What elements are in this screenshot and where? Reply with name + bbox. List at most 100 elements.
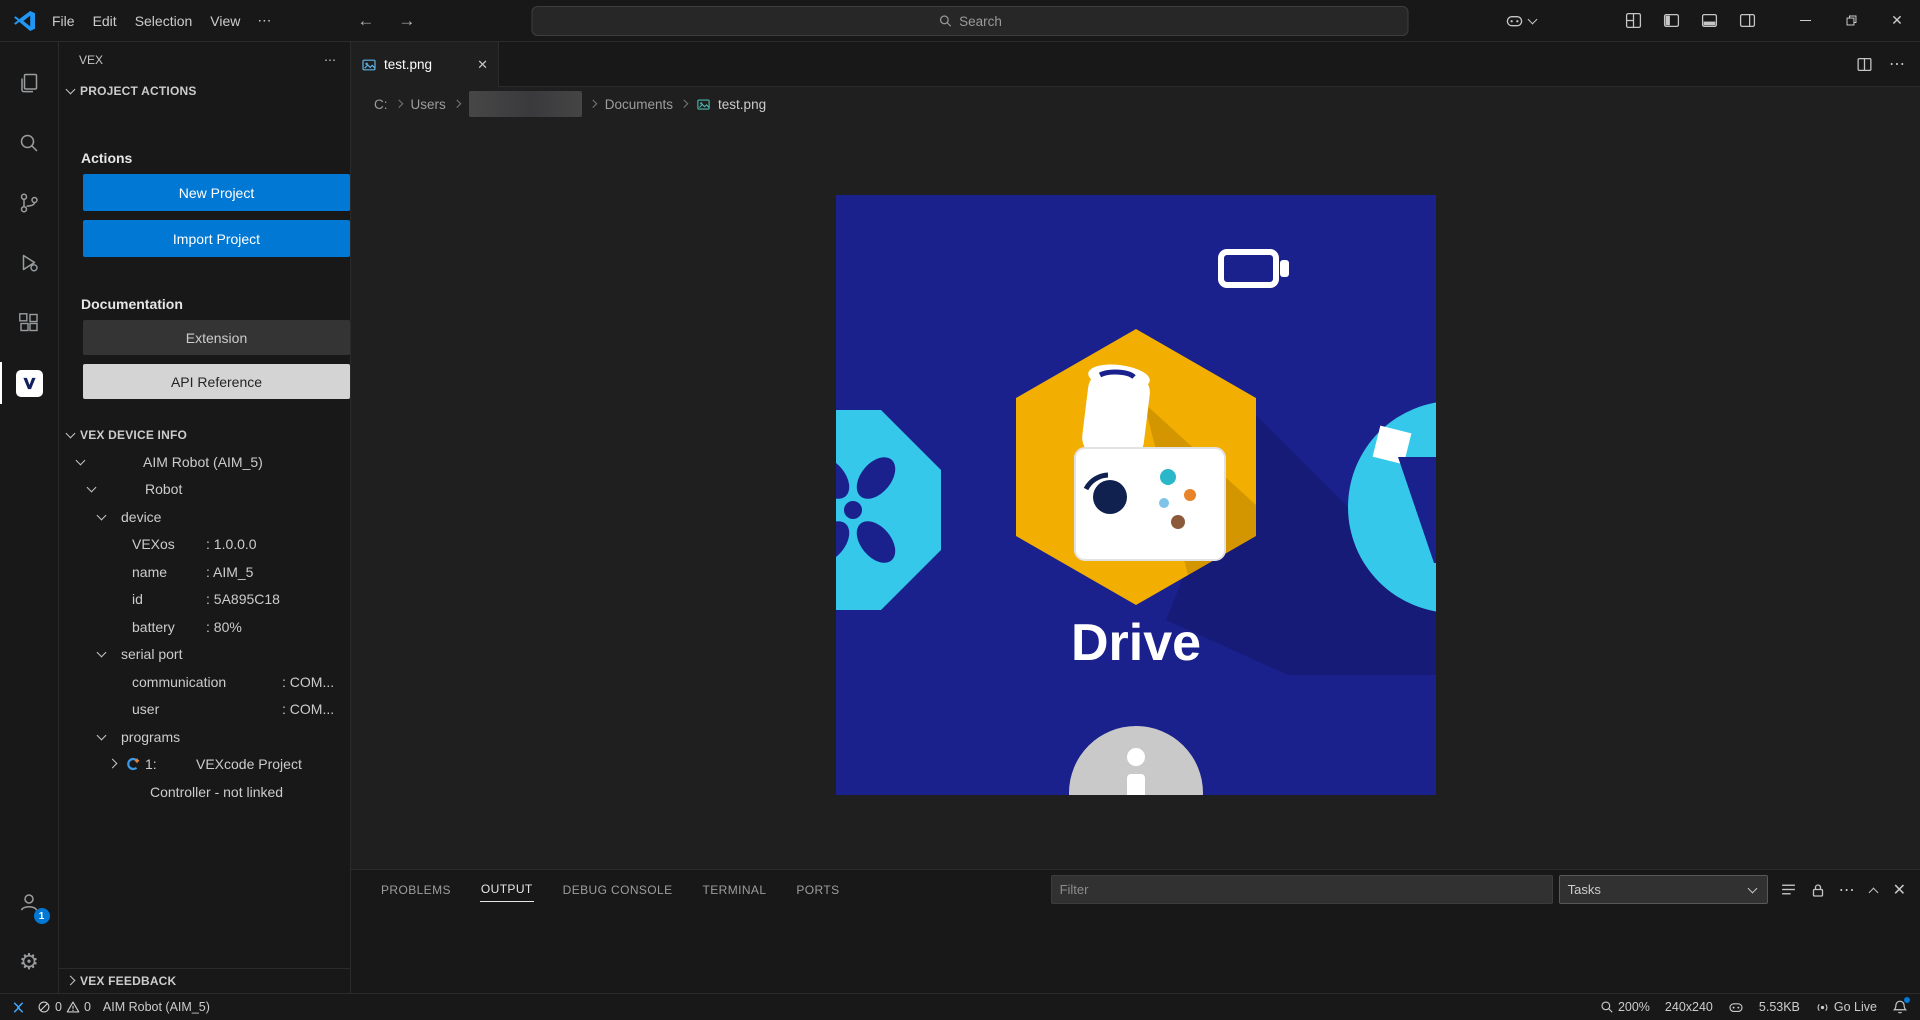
- tab-ports[interactable]: PORTS: [795, 878, 840, 902]
- menu-selection[interactable]: Selection: [126, 7, 202, 35]
- tree-item-battery[interactable]: battery : 80%: [59, 613, 350, 641]
- copilot-button[interactable]: [1505, 11, 1539, 30]
- tree-item-vexos[interactable]: VEXos : 1.0.0.0: [59, 531, 350, 559]
- zoom-icon: [1600, 1000, 1614, 1014]
- status-device[interactable]: AIM Robot (AIM_5): [103, 1000, 210, 1014]
- copilot-status-button[interactable]: [1728, 999, 1744, 1015]
- toggle-secondary-sidebar-icon[interactable]: [1739, 12, 1756, 29]
- go-live-button[interactable]: Go Live: [1815, 1000, 1877, 1015]
- tree-label: serial port: [121, 646, 182, 662]
- chevron-right-icon: [589, 99, 598, 109]
- tab-terminal[interactable]: TERMINAL: [702, 878, 768, 902]
- copilot-icon: [1728, 999, 1744, 1015]
- output-channel-select[interactable]: Tasks: [1559, 875, 1768, 904]
- breadcrumb-file[interactable]: test.png: [718, 97, 766, 112]
- tab-debug-console[interactable]: DEBUG CONSOLE: [562, 878, 674, 902]
- menu-file[interactable]: File: [43, 7, 84, 35]
- customize-layout-icon[interactable]: [1625, 12, 1642, 29]
- warning-icon: [66, 1000, 80, 1014]
- image-file-icon: [696, 97, 711, 112]
- sidebar-item-search[interactable]: [0, 113, 59, 173]
- breadcrumb-redacted-user[interactable]: [469, 91, 582, 117]
- tree-item-communication[interactable]: communication : COM...: [59, 668, 350, 696]
- image-preview[interactable]: Drive: [836, 195, 1436, 795]
- documentation-heading: Documentation: [81, 296, 350, 312]
- sidebar-more-icon[interactable]: ⋯: [324, 53, 336, 67]
- tree-item-user-port[interactable]: user : COM...: [59, 696, 350, 724]
- search-box[interactable]: Search: [532, 6, 1409, 36]
- run-debug-icon: [17, 251, 41, 275]
- project-actions-label: PROJECT ACTIONS: [80, 84, 197, 98]
- filter-input[interactable]: [1051, 875, 1553, 904]
- tree-item-program-1[interactable]: 1: VEXcode Project: [59, 751, 350, 779]
- tree-item-device[interactable]: device: [59, 503, 350, 531]
- tree-value: : 1.0.0.0: [206, 536, 257, 552]
- tree-item-robot-root[interactable]: AIM Robot (AIM_5): [59, 448, 350, 476]
- clear-output-icon[interactable]: [1780, 881, 1797, 898]
- forward-arrow-icon[interactable]: →: [398, 11, 415, 31]
- close-tab-icon[interactable]: ✕: [477, 57, 488, 73]
- menu-overflow-icon[interactable]: ⋯: [249, 6, 279, 35]
- close-panel-icon[interactable]: ✕: [1893, 880, 1906, 900]
- zoom-indicator[interactable]: 200%: [1600, 1000, 1650, 1014]
- new-project-button[interactable]: New Project: [83, 174, 350, 211]
- tab-problems[interactable]: PROBLEMS: [380, 878, 452, 902]
- section-vex-feedback[interactable]: VEX FEEDBACK: [59, 968, 350, 993]
- panel-more-actions-icon[interactable]: ⋯: [1839, 880, 1855, 900]
- minimize-button[interactable]: [1782, 0, 1828, 42]
- tree-item-controller[interactable]: Controller - not linked: [59, 778, 350, 806]
- back-arrow-icon[interactable]: ←: [357, 11, 374, 31]
- sidebar-item-vex[interactable]: [0, 353, 59, 413]
- menu-edit[interactable]: Edit: [84, 7, 126, 35]
- import-project-button[interactable]: Import Project: [83, 220, 350, 257]
- sidebar-item-extensions[interactable]: [0, 293, 59, 353]
- breadcrumb-drive[interactable]: C:: [374, 97, 388, 112]
- close-window-button[interactable]: ✕: [1874, 0, 1920, 42]
- sidebar-item-source-control[interactable]: [0, 173, 59, 233]
- toggle-primary-sidebar-icon[interactable]: [1663, 12, 1680, 29]
- tab-label: test.png: [384, 57, 470, 72]
- tree-label: device: [121, 509, 161, 525]
- breadcrumb-users[interactable]: Users: [411, 97, 446, 112]
- tree-item-programs[interactable]: programs: [59, 723, 350, 751]
- tree-item-serial-port[interactable]: serial port: [59, 641, 350, 669]
- account-button[interactable]: 1: [0, 872, 59, 932]
- tab-output[interactable]: OUTPUT: [480, 877, 534, 902]
- remote-indicator-button[interactable]: [10, 1000, 25, 1015]
- section-project-actions[interactable]: PROJECT ACTIONS: [59, 78, 350, 104]
- settings-button[interactable]: ⚙: [0, 932, 59, 992]
- api-reference-button[interactable]: API Reference: [83, 364, 350, 399]
- sidebar-item-run-debug[interactable]: [0, 233, 59, 293]
- vex-sidebar: VEX ⋯ PROJECT ACTIONS Actions New Projec…: [59, 42, 351, 993]
- sidebar-item-explorer[interactable]: [0, 53, 59, 113]
- menu-view[interactable]: View: [201, 7, 249, 35]
- editor-more-actions-icon[interactable]: ⋯: [1889, 54, 1905, 74]
- section-device-info[interactable]: VEX DEVICE INFO: [59, 422, 350, 448]
- editor-area: test.png ✕ ⋯ C: Users Document: [351, 42, 1920, 993]
- chevron-down-icon: [96, 648, 108, 660]
- source-control-icon: [17, 191, 41, 215]
- tree-value: VEXcode Project: [196, 756, 302, 772]
- restore-button[interactable]: [1828, 0, 1874, 42]
- broadcast-icon: [1815, 1000, 1830, 1015]
- toggle-panel-icon[interactable]: [1701, 12, 1718, 29]
- tree-item-name[interactable]: name : AIM_5: [59, 558, 350, 586]
- device-tree: AIM Robot (AIM_5) Robot device VEXos : 1…: [59, 448, 350, 806]
- tab-test-png[interactable]: test.png ✕: [351, 42, 499, 87]
- lock-icon[interactable]: [1810, 882, 1826, 898]
- breadcrumb-documents[interactable]: Documents: [605, 97, 673, 112]
- tree-key: battery: [132, 619, 206, 635]
- actions-heading: Actions: [81, 150, 350, 166]
- tree-item-id[interactable]: id : 5A895C18: [59, 586, 350, 614]
- tree-key: communication: [132, 674, 282, 690]
- notifications-button[interactable]: [1892, 999, 1908, 1015]
- chevron-up-icon[interactable]: [1868, 884, 1880, 896]
- tree-item-robot[interactable]: Robot: [59, 476, 350, 504]
- tree-label: Robot: [145, 481, 182, 497]
- chevron-right-icon: [107, 758, 119, 770]
- split-editor-icon[interactable]: [1856, 56, 1873, 73]
- problems-indicator[interactable]: 0 0: [37, 1000, 91, 1014]
- extension-docs-button[interactable]: Extension: [83, 320, 350, 355]
- chevron-down-icon: [96, 511, 108, 523]
- main-area: 1 ⚙ VEX ⋯ PROJECT ACTIONS Actions New Pr…: [0, 42, 1920, 993]
